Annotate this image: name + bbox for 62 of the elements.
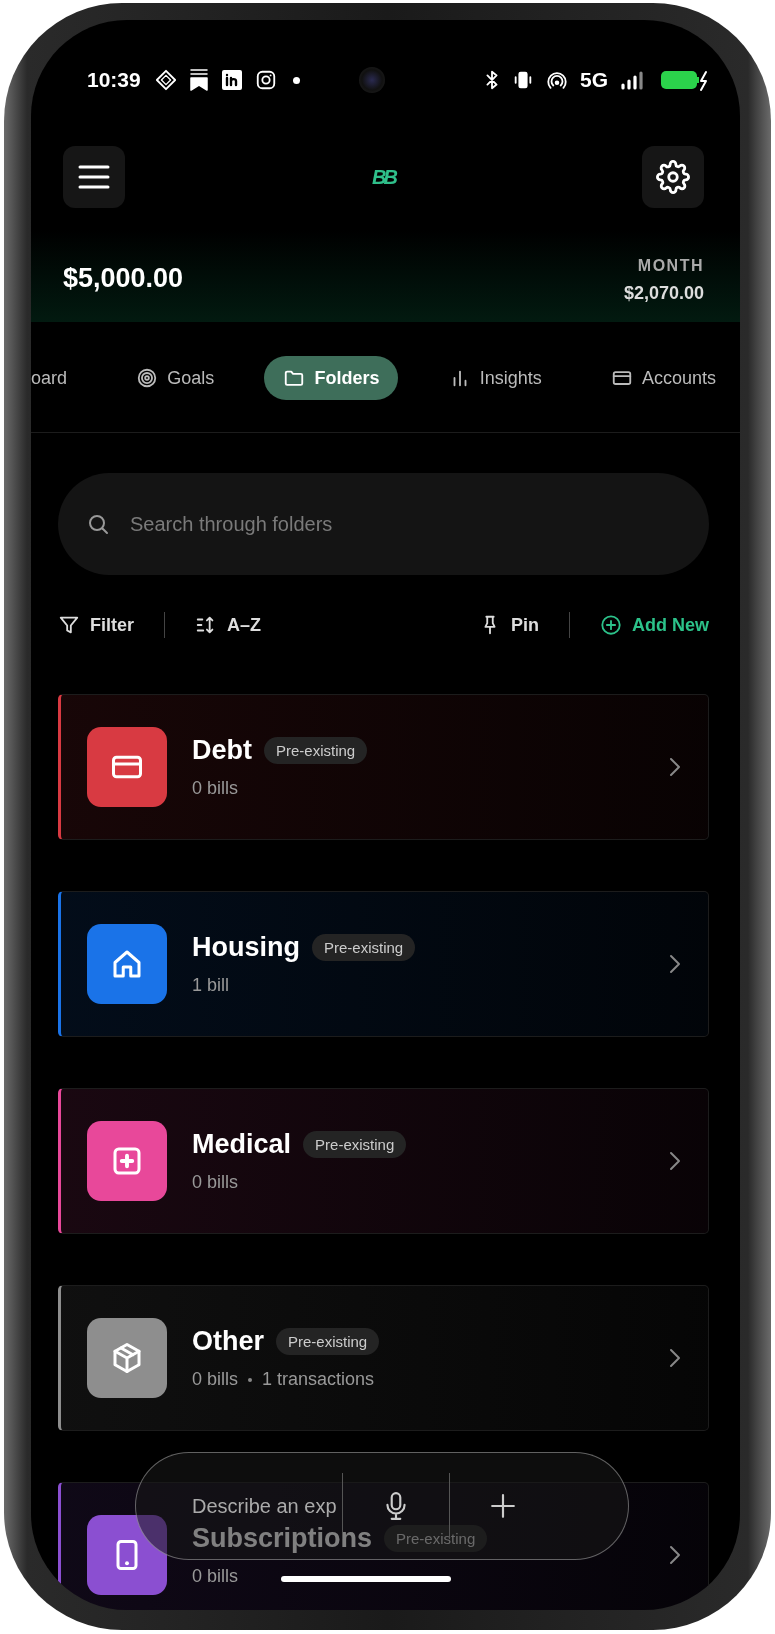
menu-button[interactable] [63,146,125,208]
status-badge: Pre-existing [384,1525,488,1552]
period-amount: $2,070.00 [623,283,704,304]
settings-icon [656,160,690,194]
status-badge: Pre-existing [276,1328,380,1355]
expense-input[interactable]: Describe an exp [192,1494,342,1518]
chevron-right-icon [668,953,682,975]
status-badge: Pre-existing [264,737,368,764]
settings-button[interactable] [642,146,704,208]
filter-icon [58,614,80,636]
sort-button[interactable]: A–Z [195,610,262,640]
folder-count: 0 bills [192,1369,239,1390]
diamond-app-icon [154,69,177,91]
chevron-right-icon [668,1544,682,1566]
network-type: 5G [579,68,608,92]
nav-tab[interactable]: Insights [429,356,561,400]
notification-dot [292,76,300,84]
folder-count: 1 bill [192,975,230,996]
status-badge: Pre-existing [303,1131,407,1158]
microphone-icon [383,1491,409,1521]
status-badge: Pre-existing [312,934,416,961]
folder-name: Housing [192,932,300,963]
search-input[interactable]: Search through folders [128,511,681,537]
nav-tab[interactable]: Goals [117,356,234,400]
front-camera [358,67,385,93]
folder-name: Medical [192,1129,292,1160]
plus-icon [490,1493,516,1519]
search-icon [86,512,110,536]
target-icon [136,367,159,389]
separator-dot [248,1377,253,1382]
folder-count: 0 bills [192,1566,239,1587]
folder-name: Debt [192,735,252,766]
chevron-right-icon [668,1347,682,1369]
folder-card[interactable]: Other Pre-existing 0 bills 1 transactions [58,1285,709,1431]
chevron-right-icon [668,1150,682,1172]
nav-tab[interactable]: oard [31,356,87,400]
filter-button[interactable]: Filter [58,610,134,640]
clock-time: 10:39 [87,68,141,92]
folder-card[interactable]: Debt Pre-existing 0 bills [58,694,709,840]
folder-name: Subscriptions [192,1523,373,1554]
period-label: MONTH [637,257,704,275]
nav-tab[interactable]: Accounts [591,356,735,400]
folder-name: Other [192,1326,264,1357]
chevron-right-icon [668,756,682,778]
folder-count: 1 transactions [262,1369,375,1390]
folder-count: 0 bills [192,1172,239,1193]
hotspot-icon [545,69,568,91]
folder-count: 0 bills [192,778,239,799]
nav-tab[interactable]: Folders [264,356,399,400]
balance-amount: $5,000.00 [63,263,184,294]
bookmark-app-icon [188,69,209,91]
add-new-button[interactable]: Add New [600,610,709,640]
bluetooth-icon [483,69,500,91]
menu-icon [78,164,110,190]
battery-charging-icon [660,69,708,91]
folder-card[interactable]: Medical Pre-existing 0 bills [58,1088,709,1234]
folder-card[interactable]: Housing Pre-existing 1 bill [58,891,709,1037]
app-logo: BB [372,165,395,189]
camera-app-icon [254,69,277,91]
add-circle-icon [600,614,622,636]
pin-button[interactable]: Pin [478,610,539,640]
linkedin-app-icon [220,69,243,91]
